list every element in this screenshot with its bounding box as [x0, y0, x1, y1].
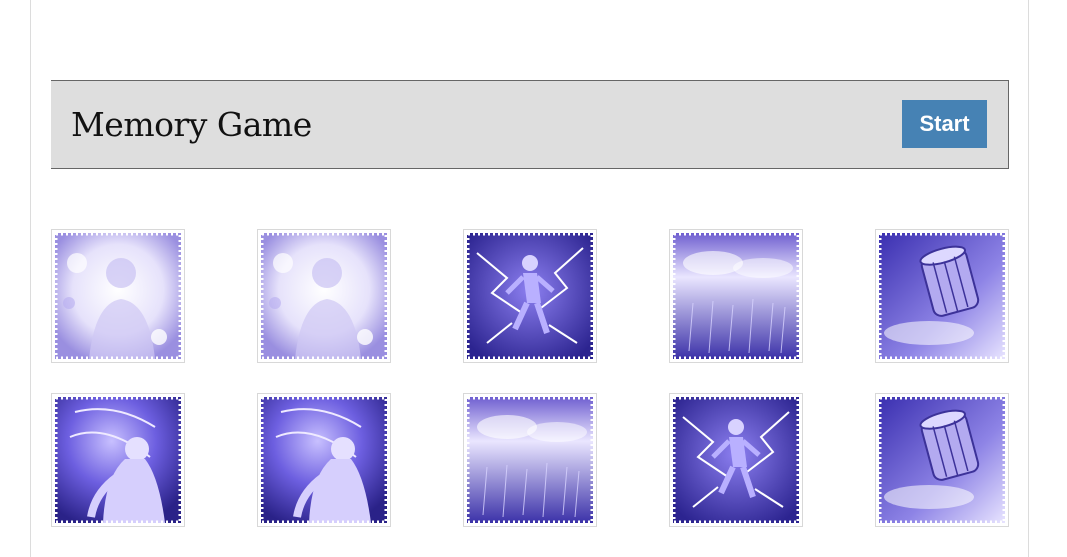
- lightning-figure-icon: [673, 397, 799, 523]
- memory-card[interactable]: [875, 393, 1009, 527]
- rain-storm-icon: [467, 397, 593, 523]
- page-container: Memory Game Start: [30, 0, 1029, 557]
- card-grid: [51, 229, 1009, 527]
- start-button[interactable]: Start: [902, 100, 987, 148]
- memory-card[interactable]: [875, 229, 1009, 363]
- crouching-man-aura-icon: [261, 397, 387, 523]
- lightning-figure-icon: [467, 233, 593, 359]
- memory-card[interactable]: [51, 229, 185, 363]
- crouching-man-aura-icon: [55, 397, 181, 523]
- rain-storm-icon: [673, 233, 799, 359]
- game-header: Memory Game Start: [51, 80, 1009, 169]
- memory-card[interactable]: [51, 393, 185, 527]
- flying-barrel-icon: [879, 233, 1005, 359]
- memory-card[interactable]: [257, 393, 391, 527]
- faded-man-portrait-icon: [261, 233, 387, 359]
- faded-man-portrait-icon: [55, 233, 181, 359]
- page-title: Memory Game: [71, 105, 312, 144]
- memory-card[interactable]: [463, 393, 597, 527]
- flying-barrel-icon: [879, 397, 1005, 523]
- memory-card[interactable]: [257, 229, 391, 363]
- memory-card[interactable]: [463, 229, 597, 363]
- memory-card[interactable]: [669, 229, 803, 363]
- memory-card[interactable]: [669, 393, 803, 527]
